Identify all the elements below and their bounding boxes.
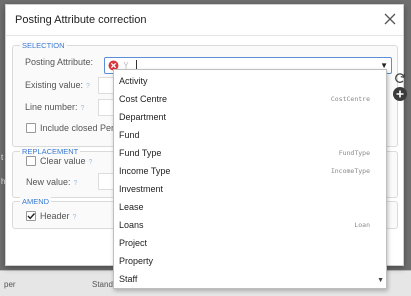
plus-icon — [396, 90, 404, 98]
existing-value-label-text: Existing value: — [25, 80, 84, 90]
option-code: FundType — [338, 149, 370, 157]
clear-value-checkbox[interactable] — [26, 156, 36, 166]
header-label-text: Header — [40, 211, 70, 221]
help-icon: ? — [80, 105, 85, 112]
option-name: Staff — [119, 274, 138, 284]
clear-value-label-text: Clear value — [40, 156, 86, 166]
scroll-down-icon[interactable]: ▼ — [377, 277, 384, 284]
posting-attribute-dialog: Posting Attribute correction SELECTION P… — [5, 4, 407, 289]
option-name: Cost Centre — [119, 94, 168, 104]
option-code: IncomeType — [330, 167, 370, 175]
option-name: Project — [119, 238, 148, 248]
header-checkbox[interactable] — [26, 211, 36, 221]
replacement-legend: REPLACEMENT — [20, 147, 81, 156]
dropdown-scrollbar[interactable]: ▼ — [375, 70, 386, 288]
selection-legend: SELECTION — [20, 41, 67, 50]
checkmark-icon — [27, 213, 36, 220]
new-value-label-text: New value: — [26, 177, 71, 187]
include-closed-label: Include closed Perio — [40, 123, 122, 133]
dropdown-option[interactable]: Staff — [114, 270, 376, 288]
line-number-label: Line number:? — [25, 102, 84, 112]
option-name: Investment — [119, 184, 164, 194]
dropdown-option[interactable]: Lease — [114, 198, 376, 216]
background-cell: Stand — [92, 280, 113, 289]
dropdown-option[interactable]: Investment — [114, 180, 376, 198]
posting-attribute-label: Posting Attribute: — [25, 57, 93, 67]
background-cell: per — [4, 280, 16, 289]
close-icon — [384, 13, 396, 25]
option-name: Activity — [119, 76, 148, 86]
header-label: Header? — [40, 211, 76, 221]
add-button[interactable] — [393, 87, 407, 101]
posting-attribute-dropdown: Activity Cost Centre CostCentre Departmen… — [113, 69, 387, 289]
option-name: Loans — [119, 220, 144, 230]
posting-attribute-label-text: Posting Attribute: — [25, 57, 94, 67]
existing-value-label: Existing value:? — [25, 80, 90, 90]
option-code: Loan — [354, 221, 370, 229]
option-name: Lease — [119, 202, 144, 212]
dropdown-option[interactable]: Income Type IncomeType — [114, 162, 376, 180]
option-name: Income Type — [119, 166, 171, 176]
background-text: t — [1, 153, 4, 162]
dropdown-option[interactable]: Fund Type FundType — [114, 144, 376, 162]
option-name: Property — [119, 256, 154, 266]
dropdown-option[interactable]: Project — [114, 234, 376, 252]
refresh-icon — [395, 73, 406, 83]
option-name: Fund — [119, 130, 140, 140]
close-button[interactable] — [382, 11, 398, 27]
dropdown-option[interactable]: Cost Centre CostCentre — [114, 90, 376, 108]
line-number-label-text: Line number: — [25, 102, 78, 112]
help-icon: ? — [88, 159, 93, 166]
option-name: Department — [119, 112, 167, 122]
refresh-button[interactable] — [393, 71, 407, 85]
dialog-title: Posting Attribute correction — [15, 14, 147, 26]
help-icon: ? — [72, 214, 77, 221]
dropdown-option[interactable]: Activity — [114, 72, 376, 90]
option-code: CostCentre — [330, 95, 370, 103]
dropdown-option[interactable]: Loans Loan — [114, 216, 376, 234]
include-closed-checkbox[interactable] — [26, 123, 36, 133]
option-name: Fund Type — [119, 148, 162, 158]
amend-legend: AMEND — [20, 197, 52, 206]
help-icon: ? — [73, 180, 78, 187]
dropdown-option[interactable]: Property — [114, 252, 376, 270]
help-icon: ? — [86, 83, 90, 90]
title-divider — [6, 35, 403, 36]
clear-value-label: Clear value? — [40, 156, 92, 166]
dropdown-option[interactable]: Fund — [114, 126, 376, 144]
new-value-label: New value:? — [26, 177, 77, 187]
dropdown-option[interactable]: Department — [114, 108, 376, 126]
